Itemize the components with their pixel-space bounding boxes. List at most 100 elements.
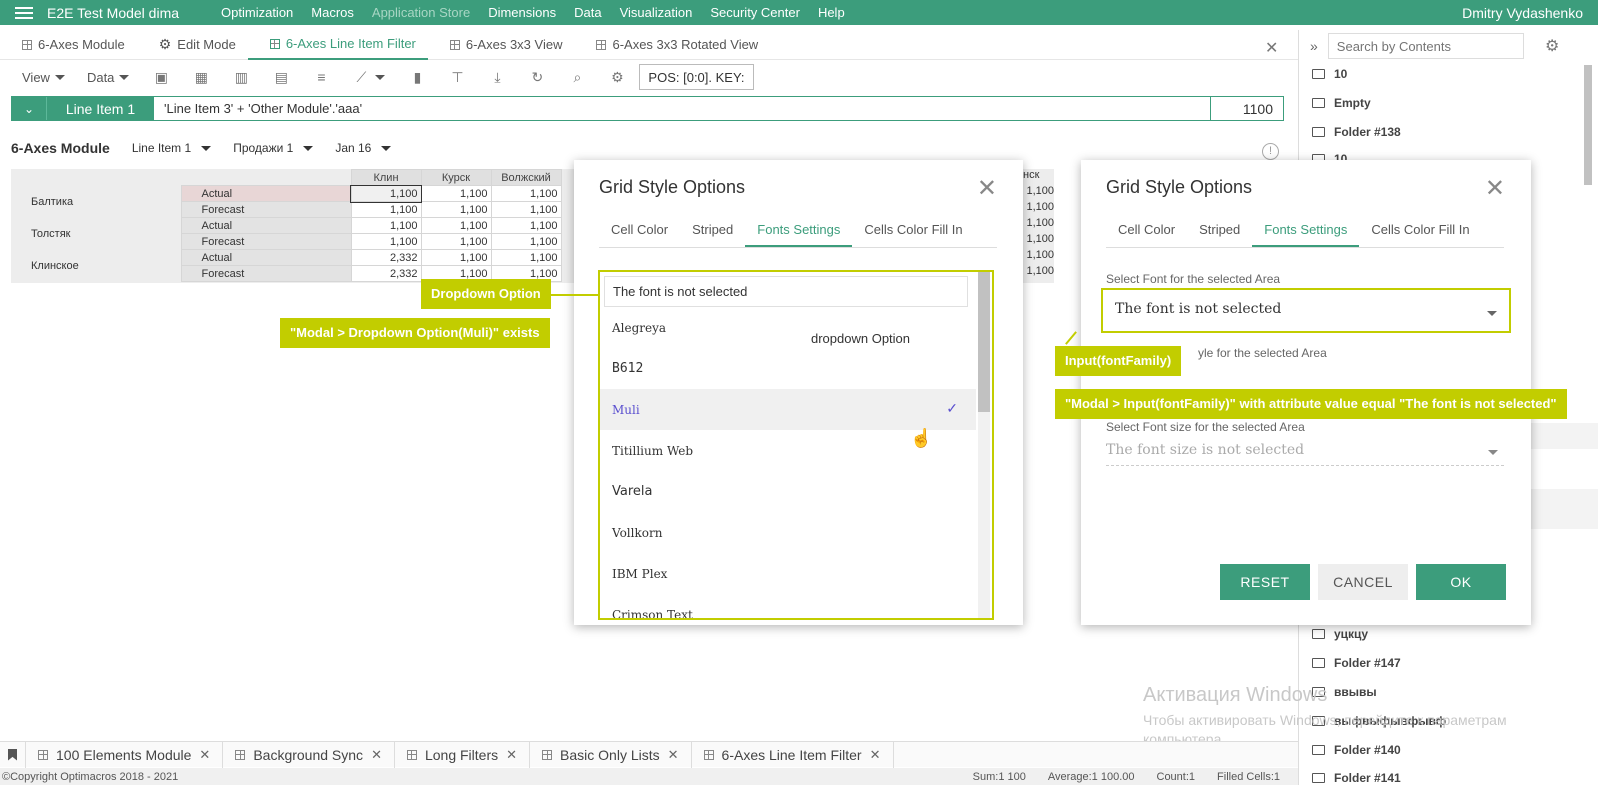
sort-icon[interactable]: ≡ — [313, 70, 329, 84]
chart-line-icon[interactable]: ⟋ — [353, 70, 369, 84]
grid-cell[interactable]: 2,332 — [350, 265, 422, 282]
filter-line-item[interactable]: Line Item 1 — [132, 141, 212, 155]
grid-cell[interactable]: 1,100 — [1023, 217, 1054, 233]
close-tabs-icon[interactable]: ✕ — [1265, 38, 1278, 58]
tab-6-axes-3x3-view[interactable]: 6-Axes 3x3 View — [428, 30, 575, 60]
grid-cell[interactable]: 1,100 — [1023, 233, 1054, 249]
column-header[interactable]: Клин — [350, 169, 422, 186]
tab-fonts-settings[interactable]: Fonts Settings — [1252, 220, 1360, 247]
row-group-label[interactable]: Балтика — [11, 185, 181, 218]
grid-cell[interactable]: 1,100 — [350, 233, 422, 250]
bottom-tab[interactable]: 100 Elements Module ✕ — [26, 741, 224, 768]
dropdown-option[interactable]: Vollkorn — [600, 512, 976, 553]
view-dropdown[interactable]: View — [22, 70, 65, 85]
reset-button[interactable]: RESET — [1220, 564, 1310, 600]
caret-down-icon[interactable] — [375, 74, 386, 80]
close-icon[interactable]: ✕ — [870, 747, 881, 763]
grid-cell[interactable]: 1,100 — [420, 201, 492, 218]
row-type-label[interactable]: Forecast — [180, 265, 352, 282]
dropdown-option[interactable]: Varela — [600, 471, 976, 512]
font-family-select[interactable]: The font is not selected — [1101, 288, 1511, 333]
grid-cell[interactable]: 1,100 — [420, 185, 492, 202]
bottom-tab[interactable]: 6-Axes Line Item Filter ✕ — [692, 741, 894, 768]
tab-fonts-settings[interactable]: Fonts Settings — [745, 220, 853, 247]
info-icon[interactable]: ! — [1262, 143, 1279, 160]
cancel-button[interactable]: CANCEL — [1318, 564, 1408, 600]
nav-visualization[interactable]: Visualization — [620, 5, 693, 20]
paint-roller-icon[interactable]: ⊤ — [449, 70, 465, 84]
grid-cell[interactable]: 1,100 — [490, 201, 562, 218]
dropdown-option[interactable]: IBM Plex — [600, 553, 976, 594]
column-header[interactable]: Волжский — [490, 169, 562, 186]
font-size-select[interactable]: The font size is not selected — [1106, 436, 1504, 466]
grid-cell[interactable]: 1,100 — [1023, 185, 1054, 201]
close-icon[interactable]: ✕ — [1485, 174, 1505, 203]
folder-item[interactable]: Folder #141 — [1312, 771, 1401, 785]
nav-data[interactable]: Data — [574, 5, 601, 20]
dropdown-option[interactable]: Crimson Text — [600, 594, 976, 619]
grid-cell[interactable]: 1,100 — [490, 185, 562, 202]
save-icon[interactable]: ▣ — [153, 70, 169, 84]
close-icon[interactable]: ✕ — [977, 174, 997, 203]
grid-cell[interactable]: 1,100 — [490, 249, 562, 266]
dropdown-option[interactable]: B612 — [600, 348, 976, 389]
row-type-label[interactable]: Actual — [180, 217, 352, 234]
tab-cells-color-fill-in[interactable]: Cells Color Fill In — [1359, 220, 1481, 247]
dropdown-scrollbar[interactable] — [978, 272, 990, 618]
gear-icon[interactable]: ⚙ — [1545, 36, 1559, 56]
folder-item[interactable]: Folder #138 — [1312, 125, 1401, 139]
grid-cell[interactable]: 1,100 — [490, 217, 562, 234]
bottom-tab[interactable]: Background Sync ✕ — [223, 741, 395, 768]
grid-cell[interactable]: 1,100 — [350, 217, 422, 234]
row-type-label[interactable]: Forecast — [180, 233, 352, 250]
tab-6-axes-module[interactable]: 6-Axes Module — [0, 30, 137, 60]
tab-cell-color[interactable]: Cell Color — [599, 220, 680, 247]
tab-edit-mode[interactable]: ⚙ Edit Mode — [137, 30, 248, 60]
app-title[interactable]: E2E Test Model dima — [47, 5, 179, 21]
tab-6-axes-line-item-filter[interactable]: 6-Axes Line Item Filter — [247, 30, 428, 60]
nav-security-center[interactable]: Security Center — [710, 5, 800, 20]
row-type-label[interactable]: Actual — [180, 185, 352, 202]
filter-sales[interactable]: Продажи 1 — [233, 141, 314, 155]
bottom-tab[interactable]: Long Filters ✕ — [395, 741, 531, 768]
grid-cell[interactable]: 1,100 — [350, 184, 422, 203]
grid-cell[interactable]: 1,100 — [1023, 201, 1054, 217]
grid-cell[interactable]: 1,100 — [1023, 265, 1054, 281]
search-icon[interactable]: ⌕ — [569, 70, 585, 84]
nav-dimensions[interactable]: Dimensions — [488, 5, 556, 20]
formula-input[interactable]: 'Line Item 3' + 'Other Module'.'aaa' — [154, 97, 1210, 120]
hamburger-menu-icon[interactable] — [15, 6, 33, 19]
user-name[interactable]: Dmitry Vydashenko — [1462, 5, 1583, 21]
nav-help[interactable]: Help — [818, 5, 845, 20]
folder-item[interactable]: уцкцу — [1312, 627, 1368, 641]
grid-cell[interactable]: 2,332 — [350, 249, 422, 266]
grid-cell[interactable]: 1,100 — [1023, 249, 1054, 265]
tab-6-axes-3x3-rotated-view[interactable]: 6-Axes 3x3 Rotated View — [574, 30, 770, 60]
row-type-label[interactable]: Forecast — [180, 201, 352, 218]
download-icon[interactable]: ⤓ — [489, 70, 505, 84]
row-group-label[interactable]: Клинское — [11, 249, 181, 282]
grid-cell[interactable]: 1,100 — [420, 217, 492, 234]
data-dropdown[interactable]: Data — [87, 70, 130, 85]
dropdown-option[interactable]: Alegreya — [600, 307, 976, 348]
grid-cell[interactable]: 1,100 — [420, 249, 492, 266]
nav-macros[interactable]: Macros — [311, 5, 354, 20]
right-panel-scrollbar[interactable] — [1584, 65, 1592, 185]
tab-cells-color-fill-in[interactable]: Cells Color Fill In — [852, 220, 974, 247]
formula-value[interactable]: 1100 — [1210, 97, 1283, 120]
scrollbar-thumb[interactable] — [978, 272, 990, 412]
dropdown-option-selected[interactable]: Muli ✓ — [600, 389, 976, 430]
double-chevron-right-icon[interactable]: » — [1310, 38, 1318, 54]
folder-item[interactable]: Folder #147 — [1312, 656, 1401, 670]
column-header[interactable]: нск — [1023, 169, 1054, 185]
nav-optimization[interactable]: Optimization — [221, 5, 293, 20]
columns-icon[interactable]: ▥ — [233, 70, 249, 84]
bottom-tab[interactable]: Basic Only Lists ✕ — [530, 741, 692, 768]
font-dropdown-input[interactable]: The font is not selected — [604, 276, 968, 307]
grid-cell[interactable]: 1,100 — [350, 201, 422, 218]
grid-cell[interactable]: 1,100 — [490, 233, 562, 250]
rows-icon[interactable]: ▤ — [273, 70, 289, 84]
table-icon[interactable]: ▦ — [193, 70, 209, 84]
close-icon[interactable]: ✕ — [371, 747, 382, 763]
grid-cell[interactable]: 1,100 — [420, 233, 492, 250]
